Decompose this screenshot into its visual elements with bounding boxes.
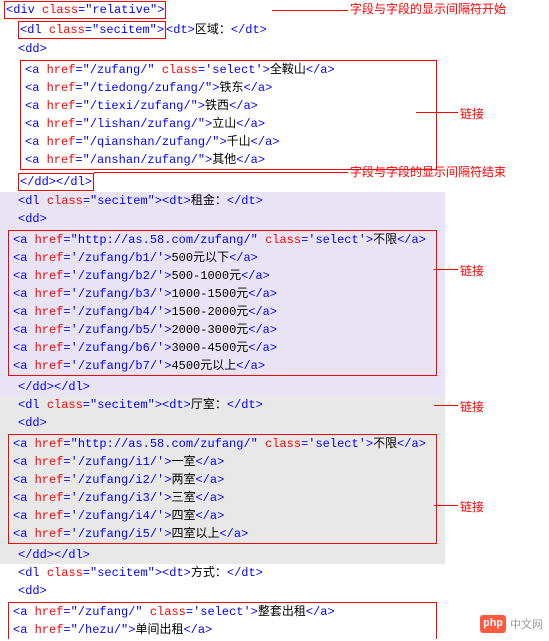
code-line: <dl class="secitem"><dt>租金：</dt> bbox=[0, 192, 445, 210]
annotation-line bbox=[94, 172, 348, 173]
links-box-mode: <a href="/zufang/" class='select'>整套出租</… bbox=[8, 602, 437, 639]
code-line: <a href='/zufang/b1/'>500元以下</a> bbox=[9, 249, 436, 267]
annotation-link-3: 链接 bbox=[460, 398, 484, 415]
dd-dl-close-highlight: </dd></dl> bbox=[18, 173, 94, 191]
code-line: <a href="/tiexi/zufang/">铁西</a> bbox=[21, 97, 436, 115]
code-line: <a href='/zufang/b5/'>2000-3000元</a> bbox=[9, 321, 436, 339]
watermark-text: 中文网 bbox=[510, 616, 543, 632]
code-container: 字段与字段的显示间隔符开始 字段与字段的显示间隔符结束 链接 链接 链接 链接 … bbox=[0, 0, 445, 639]
code-line: <a href='/zufang/i4/'>四室</a> bbox=[9, 507, 436, 525]
code-line: <a href='/zufang/i3/'>三室</a> bbox=[9, 489, 436, 507]
annotation-line bbox=[434, 505, 458, 506]
code-line: </dd></dl> bbox=[0, 546, 445, 564]
code-line: <a href='/zufang/b3/'>1000-1500元</a> bbox=[9, 285, 436, 303]
code-line: <a href="/tiedong/zufang/">铁东</a> bbox=[21, 79, 436, 97]
annotation-field-start: 字段与字段的显示间隔符开始 bbox=[350, 0, 506, 17]
annotation-link-2: 链接 bbox=[460, 262, 484, 279]
div-open-highlight: <div class="relative"> bbox=[4, 1, 166, 19]
code-line: <dd> bbox=[0, 414, 445, 432]
code-line: <dl class="secitem"><dt>方式：</dt> bbox=[0, 564, 445, 582]
links-box-region: <a href="/zufang/" class='select'>全鞍山</a… bbox=[20, 60, 437, 170]
dl-open-highlight: <dl class="secitem"> bbox=[18, 21, 166, 39]
code-line: <a href="http://as.58.com/zufang/" class… bbox=[9, 435, 436, 453]
annotation-field-end: 字段与字段的显示间隔符结束 bbox=[350, 163, 506, 180]
code-line: <a href='/zufang/i2/'>两室</a> bbox=[9, 471, 436, 489]
code-line: <a href="/qianshan/zufang/">千山</a> bbox=[21, 133, 436, 151]
code-line: <dl class="secitem"><dt>厅室：</dt> bbox=[0, 396, 445, 414]
annotation-line bbox=[434, 269, 458, 270]
code-line: <dd> bbox=[0, 582, 445, 600]
code-line: <a href='/zufang/i1/'>一室</a> bbox=[9, 453, 436, 471]
section-mode: <dl class="secitem"><dt>方式：</dt> <dd> <a… bbox=[0, 564, 445, 639]
code-line: <a href='/zufang/i5/'>四室以上</a> bbox=[9, 525, 436, 543]
watermark-logo: php bbox=[480, 615, 506, 633]
section-room: <dl class="secitem"><dt>厅室：</dt> <dd> <a… bbox=[0, 396, 445, 564]
code-line: <dd> bbox=[0, 210, 445, 228]
code-line: <a href='/zufang/b7/'>4500元以上</a> bbox=[9, 357, 436, 375]
section-rent: <dl class="secitem"><dt>租金：</dt> <dd> <a… bbox=[0, 192, 445, 396]
watermark: php 中文网 bbox=[480, 615, 543, 633]
code-line: <a href='/zufang/b4/'>1500-2000元</a> bbox=[9, 303, 436, 321]
code-line: <a href="/hezu/">单间出租</a> bbox=[9, 621, 436, 639]
annotation-line bbox=[272, 10, 348, 11]
code-line: <dl class="secitem"><dt>区域：</dt> bbox=[0, 20, 445, 40]
code-line: <a href="/lishan/zufang/">立山</a> bbox=[21, 115, 436, 133]
code-line: <dd> bbox=[0, 40, 445, 58]
code-line: <a href='/zufang/b2/'>500-1000元</a> bbox=[9, 267, 436, 285]
code-line: <a href="/zufang/" class='select'>全鞍山</a… bbox=[21, 61, 436, 79]
annotation-line bbox=[416, 112, 458, 113]
annotation-link-1: 链接 bbox=[460, 105, 484, 122]
links-box-room: <a href="http://as.58.com/zufang/" class… bbox=[8, 434, 437, 544]
annotation-line bbox=[434, 405, 458, 406]
code-line: </dd></dl> bbox=[0, 378, 445, 396]
code-line: <a href="/zufang/" class='select'>整套出租</… bbox=[9, 603, 436, 621]
code-line: <a href='/zufang/b6/'>3000-4500元</a> bbox=[9, 339, 436, 357]
links-box-rent: <a href="http://as.58.com/zufang/" class… bbox=[8, 230, 437, 376]
code-line: <a href="http://as.58.com/zufang/" class… bbox=[9, 231, 436, 249]
annotation-link-4: 链接 bbox=[460, 498, 484, 515]
